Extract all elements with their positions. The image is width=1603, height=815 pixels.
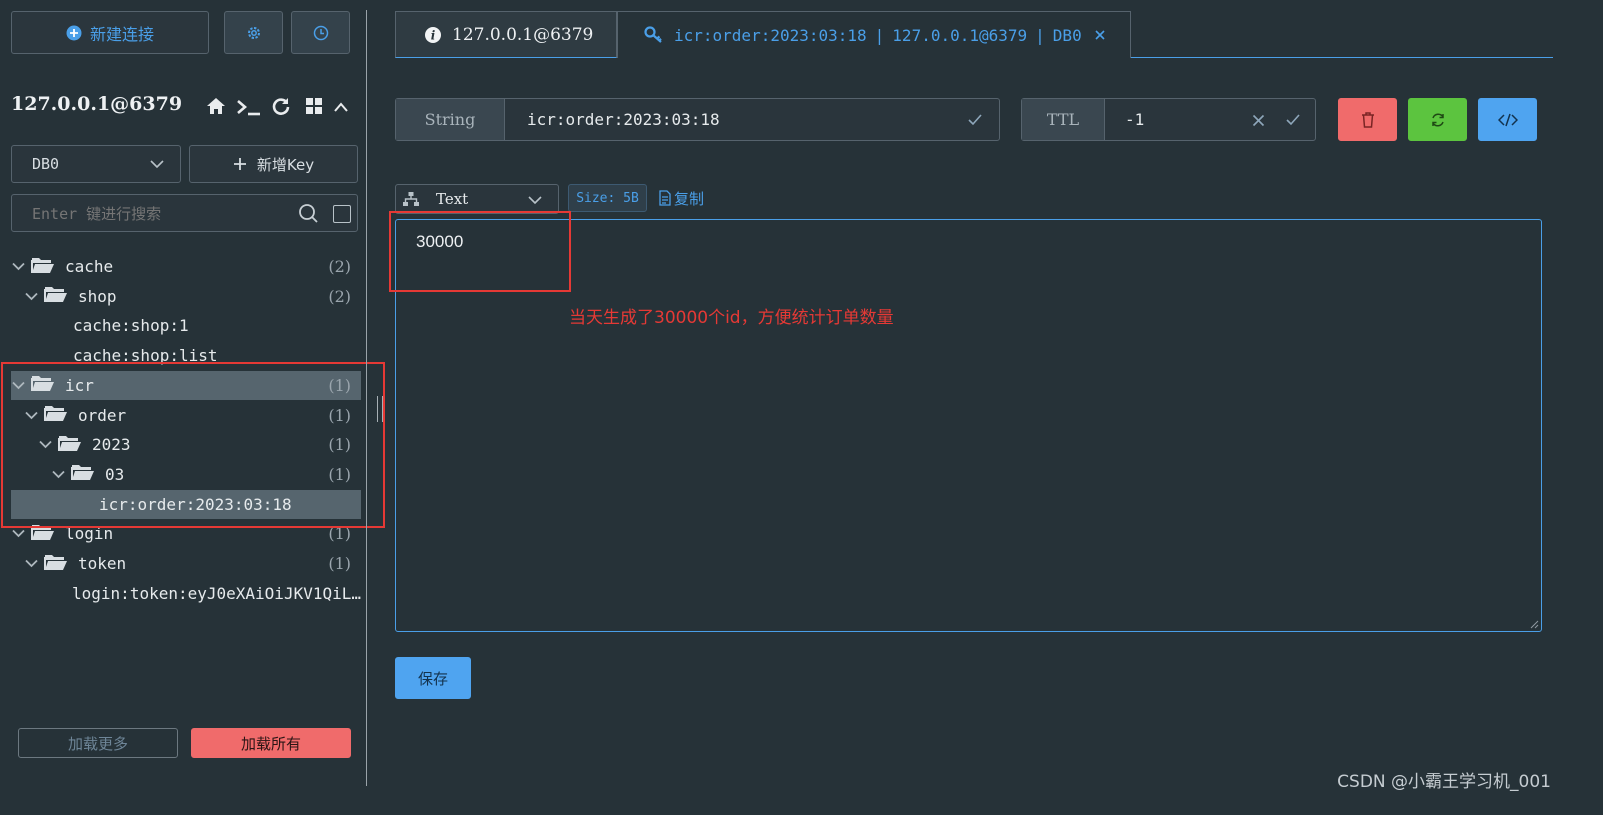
- history-button[interactable]: [291, 11, 350, 54]
- check-icon[interactable]: [1285, 113, 1301, 127]
- sitemap-icon: [403, 192, 419, 206]
- load-all-button[interactable]: 加载所有: [191, 728, 351, 758]
- tree-item-label: token: [78, 554, 127, 573]
- tab-connection-label: 127.0.0.1@6379: [452, 24, 594, 45]
- db-select-value: DB0: [32, 155, 60, 173]
- annotation-text: 当天生成了30000个id，方便统计订单数量: [569, 308, 894, 328]
- refresh-icon: [1431, 112, 1444, 127]
- chevron-down-icon[interactable]: [11, 260, 25, 274]
- tree-item-label: login:token:eyJ0eXAiOiJKV1QiL…: [72, 583, 361, 603]
- ttl-tag: TTL: [1022, 99, 1105, 140]
- code-view-button[interactable]: [1478, 98, 1537, 141]
- grid-icon[interactable]: [305, 97, 323, 115]
- copy-label: 复制: [674, 189, 705, 208]
- search-input[interactable]: [30, 203, 294, 225]
- terminal-icon[interactable]: [236, 97, 262, 117]
- tab-key-detail[interactable]: icr:order:2023:03:18 | 127.0.0.1@6379 | …: [617, 11, 1131, 58]
- check-icon[interactable]: [967, 113, 983, 127]
- trash-icon: [1361, 111, 1374, 128]
- close-icon[interactable]: [1094, 29, 1106, 41]
- copy-button[interactable]: 复制: [658, 187, 704, 209]
- code-icon: [1497, 113, 1518, 126]
- format-select[interactable]: Text: [395, 184, 559, 214]
- connection-name: 127.0.0.1@6379: [11, 93, 183, 115]
- chevron-down-icon[interactable]: [24, 289, 38, 303]
- tab-separator: |: [1035, 25, 1045, 45]
- key-type-label: String: [424, 110, 476, 129]
- plus-circle-icon: [66, 25, 82, 40]
- sidebar-divider: [366, 10, 367, 786]
- folder-open-icon: [44, 285, 78, 307]
- refresh-icon[interactable]: [271, 96, 291, 116]
- resize-grip-icon[interactable]: [1529, 619, 1539, 629]
- chevron-down-icon[interactable]: [11, 527, 25, 541]
- size-badge: Size: 5B: [568, 184, 647, 212]
- tree-item-label: shop: [78, 286, 117, 306]
- chevron-down-icon: [528, 196, 542, 205]
- search-field[interactable]: [11, 194, 358, 232]
- search-icon[interactable]: [298, 203, 320, 225]
- refresh-key-button[interactable]: [1408, 98, 1467, 141]
- tree-key-cache-shop-1[interactable]: cache:shop:1: [11, 311, 361, 340]
- ttl-label: TTL: [1046, 110, 1080, 129]
- annotation-box-value: [389, 211, 571, 292]
- folder-open-icon: [31, 256, 65, 278]
- tab-connection-info[interactable]: i 127.0.0.1@6379: [395, 11, 617, 58]
- home-icon[interactable]: [205, 96, 227, 116]
- info-icon: i: [425, 26, 441, 43]
- key-name-field[interactable]: String icr:order:2023:03:18: [395, 98, 1000, 141]
- plus-icon: [233, 158, 246, 170]
- key-type-tag: String: [396, 99, 505, 140]
- new-connection-button[interactable]: 新建连接: [11, 11, 209, 54]
- settings-button[interactable]: [224, 11, 283, 54]
- resize-handle[interactable]: [377, 396, 383, 422]
- clock-icon: [313, 25, 328, 40]
- clear-ttl-icon[interactable]: [1252, 114, 1265, 127]
- tab-separator: |: [874, 25, 885, 45]
- size-label: Size: 5B: [576, 190, 639, 206]
- chevron-up-icon[interactable]: [333, 101, 349, 113]
- ttl-field[interactable]: TTL -1: [1021, 98, 1316, 141]
- tree-folder-shop[interactable]: shop (2): [11, 282, 361, 311]
- save-label: 保存: [417, 669, 448, 688]
- tree-item-label: cache: [65, 257, 114, 276]
- new-key-button[interactable]: 新增Key: [189, 145, 358, 183]
- watermark: CSDN @小霸王学习机_001: [1337, 772, 1551, 792]
- new-connection-label: 新建连接: [89, 24, 154, 44]
- tab-key-name: icr:order:2023:03:18: [674, 25, 867, 45]
- chevron-down-icon: [150, 160, 164, 169]
- save-button[interactable]: 保存: [395, 657, 471, 699]
- tree-item-count: (2): [328, 257, 351, 276]
- tree-folder-cache[interactable]: cache (2): [11, 252, 361, 281]
- tab-key-bottom-gap: [618, 56, 1130, 59]
- chevron-down-icon[interactable]: [24, 557, 38, 571]
- delete-key-button[interactable]: [1338, 98, 1397, 141]
- tab-key-conn: 127.0.0.1@6379: [892, 25, 1028, 45]
- load-all-label: 加载所有: [240, 734, 301, 753]
- document-icon: [659, 190, 671, 206]
- load-more-button[interactable]: 加载更多: [18, 728, 178, 758]
- tree-item-label: cache:shop:1: [73, 316, 189, 336]
- ttl-value[interactable]: -1: [1125, 110, 1144, 129]
- tree-item-count: (1): [328, 554, 351, 573]
- tree-item-count: (2): [328, 286, 351, 306]
- tree-key-login-token[interactable]: login:token:eyJ0eXAiOiJKV1QiL…: [11, 579, 361, 608]
- tree-folder-token[interactable]: token (1): [11, 549, 361, 578]
- exact-search-checkbox[interactable]: [333, 205, 351, 223]
- load-more-label: 加载更多: [67, 734, 128, 753]
- key-name-value[interactable]: icr:order:2023:03:18: [527, 110, 720, 129]
- new-key-label: 新增Key: [256, 155, 315, 174]
- gear-icon: [247, 26, 260, 39]
- folder-open-icon: [44, 553, 78, 575]
- format-value: Text: [436, 190, 469, 208]
- annotation-box-tree: [1, 362, 385, 528]
- svg-text:i: i: [431, 28, 436, 42]
- key-icon: [644, 26, 662, 43]
- db-select[interactable]: DB0: [11, 145, 181, 183]
- tab-key-db: DB0: [1052, 25, 1082, 45]
